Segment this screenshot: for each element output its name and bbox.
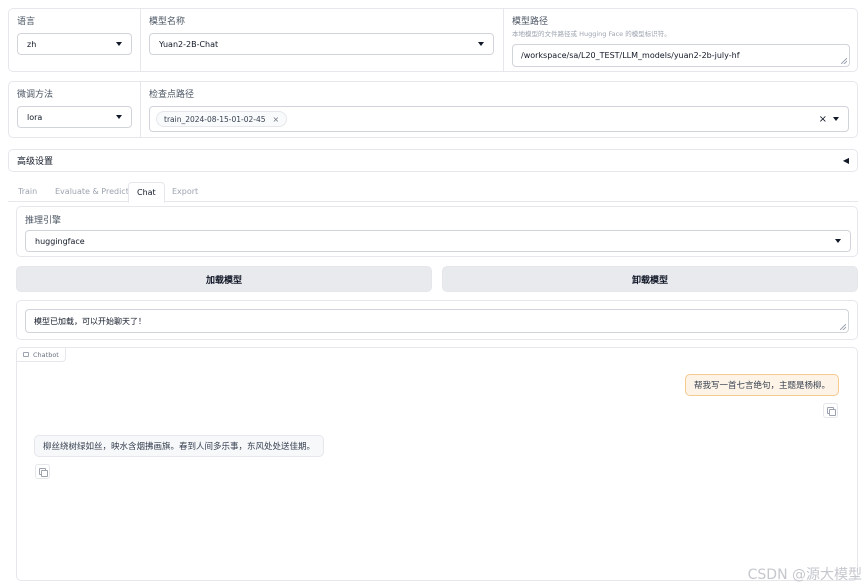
checkpoint-chips: train_2024-08-15-01-02-45 × [156, 111, 819, 127]
assistant-message-text: 柳丝绕树绿如丝，映水含烟拂画旗。春到人间多乐事，东风处处送佳期。 [43, 442, 316, 452]
user-message-text: 帮我写一首七言绝句，主题是杨柳。 [693, 381, 830, 391]
watermark: CSDN @源大模型 [747, 567, 862, 583]
tab-evaluate-predict[interactable]: Evaluate & Predict [47, 182, 137, 202]
chevron-down-icon [833, 117, 839, 121]
model-name-cell: 模型名称 Yuan2-2B-Chat [140, 9, 503, 71]
checkpoint-cell: 检查点路径 train_2024-08-15-01-02-45 × × [140, 82, 857, 137]
copy-icon[interactable] [823, 403, 838, 418]
inference-engine-label: 推理引擎 [25, 216, 62, 226]
chevron-down-icon [835, 239, 841, 243]
model-settings-row: 语言 zh 模型名称 Yuan2-2B-Chat 模型路径 本地模型的文件路径或… [8, 8, 858, 72]
model-path-cell: 模型路径 本地模型的文件路径或 Hugging Face 的模型标识符。 /wo… [503, 9, 857, 71]
model-path-hint: 本地模型的文件路径或 Hugging Face 的模型标识符。 [512, 30, 671, 38]
chatbot-panel[interactable]: Chatbot 帮我写一首七言绝句，主题是杨柳。 柳丝绕树绿如丝，映水含烟拂画旗… [16, 347, 858, 581]
status-text: 模型已加载，可以开始聊天了！ [34, 317, 146, 326]
checkpoint-chip-label: train_2024-08-15-01-02-45 [164, 114, 266, 124]
model-name-value: Yuan2-2B-Chat [159, 39, 219, 49]
language-dropdown[interactable]: zh [17, 33, 132, 55]
load-model-button[interactable]: 加载模型 [16, 266, 432, 292]
resize-handle-icon[interactable] [841, 58, 847, 64]
finetune-cell: 微调方法 lora [9, 82, 140, 137]
resize-handle-icon[interactable] [840, 324, 846, 330]
tab-chat[interactable]: Chat [128, 182, 165, 203]
advanced-settings-label: 高级设置 [17, 157, 54, 167]
model-path-label: 模型路径 [512, 17, 549, 27]
chevron-down-icon [116, 42, 122, 46]
checkpoint-label: 检查点路径 [149, 90, 195, 100]
copy-icon[interactable] [35, 464, 50, 479]
user-message: 帮我写一首七言绝句，主题是杨柳。 [684, 374, 839, 396]
advanced-settings-accordion[interactable]: 高级设置 ◀ [8, 149, 858, 172]
tab-train[interactable]: Train [10, 182, 45, 202]
checkpoint-multiselect[interactable]: train_2024-08-15-01-02-45 × × [149, 106, 849, 132]
language-value: zh [27, 39, 37, 49]
chevron-down-icon [478, 42, 484, 46]
chatbot-label: Chatbot [33, 350, 59, 359]
tab-export[interactable]: Export [164, 182, 206, 202]
clear-icon[interactable]: × [819, 114, 827, 125]
inference-engine-value: huggingface [35, 236, 85, 246]
language-cell: 语言 zh [9, 9, 140, 71]
finetune-dropdown[interactable]: lora [17, 106, 132, 128]
status-panel: 模型已加载，可以开始聊天了！ [16, 300, 858, 340]
chat-bubble-icon [23, 352, 29, 357]
unload-model-button[interactable]: 卸载模型 [442, 266, 858, 292]
inference-engine-dropdown[interactable]: huggingface [25, 230, 851, 252]
assistant-message: 柳丝绕树绿如丝，映水含烟拂画旗。春到人间多乐事，东风处处送佳期。 [34, 435, 325, 457]
finetune-value: lora [27, 112, 43, 122]
chevron-down-icon [116, 115, 122, 119]
model-path-input[interactable]: /workspace/sa/L20_TEST/LLM_models/yuan2-… [512, 44, 850, 67]
collapse-triangle-icon: ◀ [842, 156, 849, 165]
chip-remove-icon[interactable]: × [273, 115, 280, 124]
finetune-label: 微调方法 [17, 90, 54, 100]
adapter-settings-row: 微调方法 lora 检查点路径 train_2024-08-15-01-02-4… [8, 81, 858, 138]
tab-bar: Train Evaluate & Predict Chat Export [8, 182, 858, 203]
inference-engine-panel: 推理引擎 huggingface [16, 206, 858, 257]
model-path-value: /workspace/sa/L20_TEST/LLM_models/yuan2-… [521, 51, 740, 60]
checkpoint-chip: train_2024-08-15-01-02-45 × [156, 111, 288, 127]
model-name-dropdown[interactable]: Yuan2-2B-Chat [149, 33, 494, 55]
language-label: 语言 [17, 17, 36, 27]
model-name-label: 模型名称 [149, 17, 186, 27]
status-textbox[interactable]: 模型已加载，可以开始聊天了！ [25, 309, 849, 333]
chatbot-label-badge: Chatbot [17, 348, 66, 362]
